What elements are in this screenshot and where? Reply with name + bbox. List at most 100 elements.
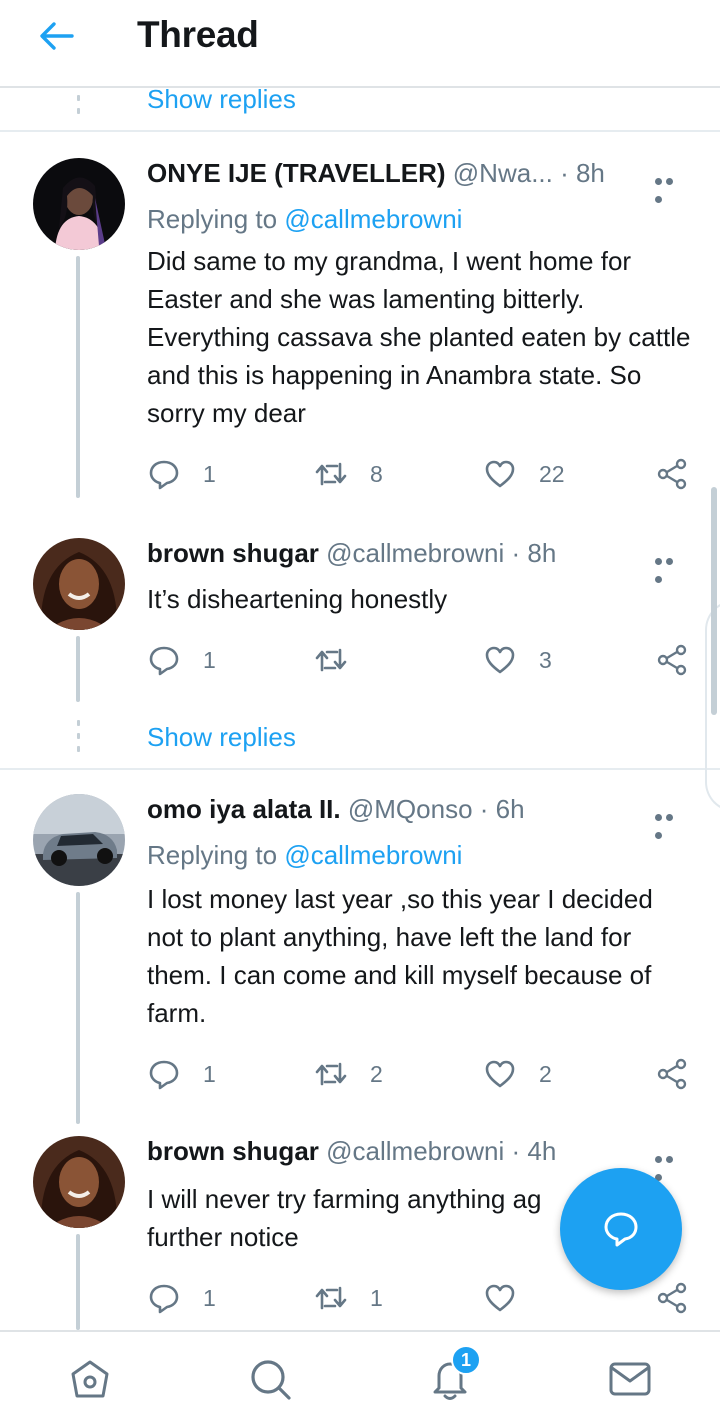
like-icon xyxy=(485,1284,515,1312)
retweet-icon xyxy=(315,1286,347,1310)
share-icon xyxy=(657,1282,687,1314)
thread-line xyxy=(76,256,80,498)
tweet-header: omo iya alata II. @MQonso · 6h xyxy=(147,794,627,830)
thread-line xyxy=(76,892,80,1124)
avatar[interactable] xyxy=(33,1136,125,1228)
tweet[interactable]: omo iya alata II. @MQonso · 6h Replying … xyxy=(0,794,720,1124)
page-title: Thread xyxy=(137,14,259,55)
thread-line xyxy=(76,1234,80,1330)
replying-mention[interactable]: @callmebrowni xyxy=(284,840,462,870)
divider xyxy=(0,130,720,132)
scrollbar[interactable] xyxy=(711,487,717,715)
like-icon xyxy=(485,646,515,674)
tweet-text: Did same to my grandma, I went home for … xyxy=(147,246,691,428)
retweet-button[interactable]: 8 xyxy=(314,456,383,492)
tweet-header: brown shugar @callmebrowni · 4h xyxy=(147,1136,627,1172)
tweet-text: I lost money last year ,so this year I d… xyxy=(147,884,653,1028)
retweet-button[interactable] xyxy=(314,642,370,678)
reply-icon xyxy=(149,1284,179,1314)
like-button[interactable]: 2 xyxy=(483,1056,552,1092)
tweet-time: · 4h xyxy=(511,1136,557,1166)
reply-icon xyxy=(149,646,179,676)
tweet-header: ONYE IJE (TRAVELLER) @Nwa... · 8h xyxy=(147,158,627,194)
more-icon[interactable] xyxy=(655,1150,687,1181)
author-name[interactable]: omo iya alata II. xyxy=(147,794,341,824)
tweet-time: · 8h xyxy=(511,538,557,568)
tweet[interactable]: brown shugar @callmebrowni · 8h It’s dis… xyxy=(0,538,720,702)
like-count: 2 xyxy=(539,1060,552,1087)
share-icon xyxy=(657,644,687,676)
replying-to: Replying to @callmebrowni xyxy=(147,204,462,235)
retweet-button[interactable]: 2 xyxy=(314,1056,383,1092)
nav-home[interactable] xyxy=(67,1356,113,1402)
avatar[interactable] xyxy=(33,158,125,250)
author-name[interactable]: brown shugar xyxy=(147,1136,319,1166)
like-button[interactable] xyxy=(483,1280,539,1316)
tweet-time: · 8h xyxy=(560,158,605,188)
like-icon xyxy=(485,1060,515,1088)
like-button[interactable]: 3 xyxy=(483,642,552,678)
bottom-nav xyxy=(0,1330,720,1418)
reply-button[interactable]: 1 xyxy=(147,456,216,492)
more-icon[interactable] xyxy=(655,172,687,203)
share-icon xyxy=(657,1058,687,1090)
retweet-icon xyxy=(315,462,347,486)
retweet-icon xyxy=(315,1062,347,1086)
reply-icon xyxy=(149,1060,179,1090)
author-name[interactable]: brown shugar xyxy=(147,538,319,568)
reply-count: 1 xyxy=(203,1284,216,1311)
back-arrow-icon xyxy=(40,22,74,50)
share-button[interactable] xyxy=(655,1056,689,1092)
retweet-button[interactable]: 1 xyxy=(314,1280,383,1316)
tweet-time: · 6h xyxy=(479,794,525,824)
show-replies-link[interactable]: Show replies xyxy=(147,722,296,753)
author-handle[interactable]: @MQonso xyxy=(348,794,473,824)
nav-messages[interactable] xyxy=(607,1356,653,1402)
more-icon[interactable] xyxy=(655,808,687,839)
retweet-count: 1 xyxy=(370,1284,383,1311)
retweet-count: 2 xyxy=(370,1060,383,1087)
share-button[interactable] xyxy=(655,456,689,492)
search-icon xyxy=(251,1360,291,1400)
thread-feed: Show replies ONYE IJE (TRAVELLER) @Nwa..… xyxy=(0,0,720,1330)
thread-dots xyxy=(75,720,81,756)
avatar[interactable] xyxy=(33,794,125,886)
tweet-actions: 1 3 xyxy=(147,642,692,678)
compose-message-icon xyxy=(604,1212,638,1247)
tweet-text: It’s disheartening honestly xyxy=(147,584,448,614)
reply-count: 1 xyxy=(203,646,216,673)
divider xyxy=(0,768,720,770)
compose-reply-button[interactable] xyxy=(560,1168,682,1290)
avatar[interactable] xyxy=(33,538,125,630)
author-name[interactable]: ONYE IJE (TRAVELLER) xyxy=(147,158,446,188)
tweet-actions: 1 2 2 xyxy=(147,1056,692,1092)
reply-count: 1 xyxy=(203,1060,216,1087)
messages-icon xyxy=(609,1362,651,1396)
tweet-header: brown shugar @callmebrowni · 8h xyxy=(147,538,627,574)
show-replies-link[interactable]: Show replies xyxy=(147,84,296,115)
nav-search[interactable] xyxy=(247,1356,293,1402)
back-button[interactable] xyxy=(36,18,80,54)
like-button[interactable]: 22 xyxy=(483,456,565,492)
tweet[interactable]: ONYE IJE (TRAVELLER) @Nwa... · 8h Replyi… xyxy=(0,158,720,498)
share-button[interactable] xyxy=(655,642,689,678)
replying-prefix: Replying to xyxy=(147,204,278,234)
tweet-text: I will never try farming anything ag fur… xyxy=(147,1184,542,1252)
replying-prefix: Replying to xyxy=(147,840,278,870)
share-button[interactable] xyxy=(655,1280,689,1316)
reply-button[interactable]: 1 xyxy=(147,1280,216,1316)
author-handle[interactable]: @callmebrowni xyxy=(326,538,504,568)
show-replies-row[interactable]: Show replies xyxy=(0,714,720,764)
replying-to: Replying to @callmebrowni xyxy=(147,840,462,871)
retweet-icon xyxy=(315,648,347,672)
top-app-bar: Thread xyxy=(0,0,720,88)
reply-button[interactable]: 1 xyxy=(147,642,216,678)
like-count: 3 xyxy=(539,646,552,673)
more-icon[interactable] xyxy=(655,552,687,583)
replying-mention[interactable]: @callmebrowni xyxy=(284,204,462,234)
author-handle[interactable]: @callmebrowni xyxy=(326,1136,504,1166)
reply-button[interactable]: 1 xyxy=(147,1056,216,1092)
thread-line xyxy=(76,636,80,702)
author-handle[interactable]: @Nwa... xyxy=(453,158,553,188)
share-icon xyxy=(657,458,687,490)
